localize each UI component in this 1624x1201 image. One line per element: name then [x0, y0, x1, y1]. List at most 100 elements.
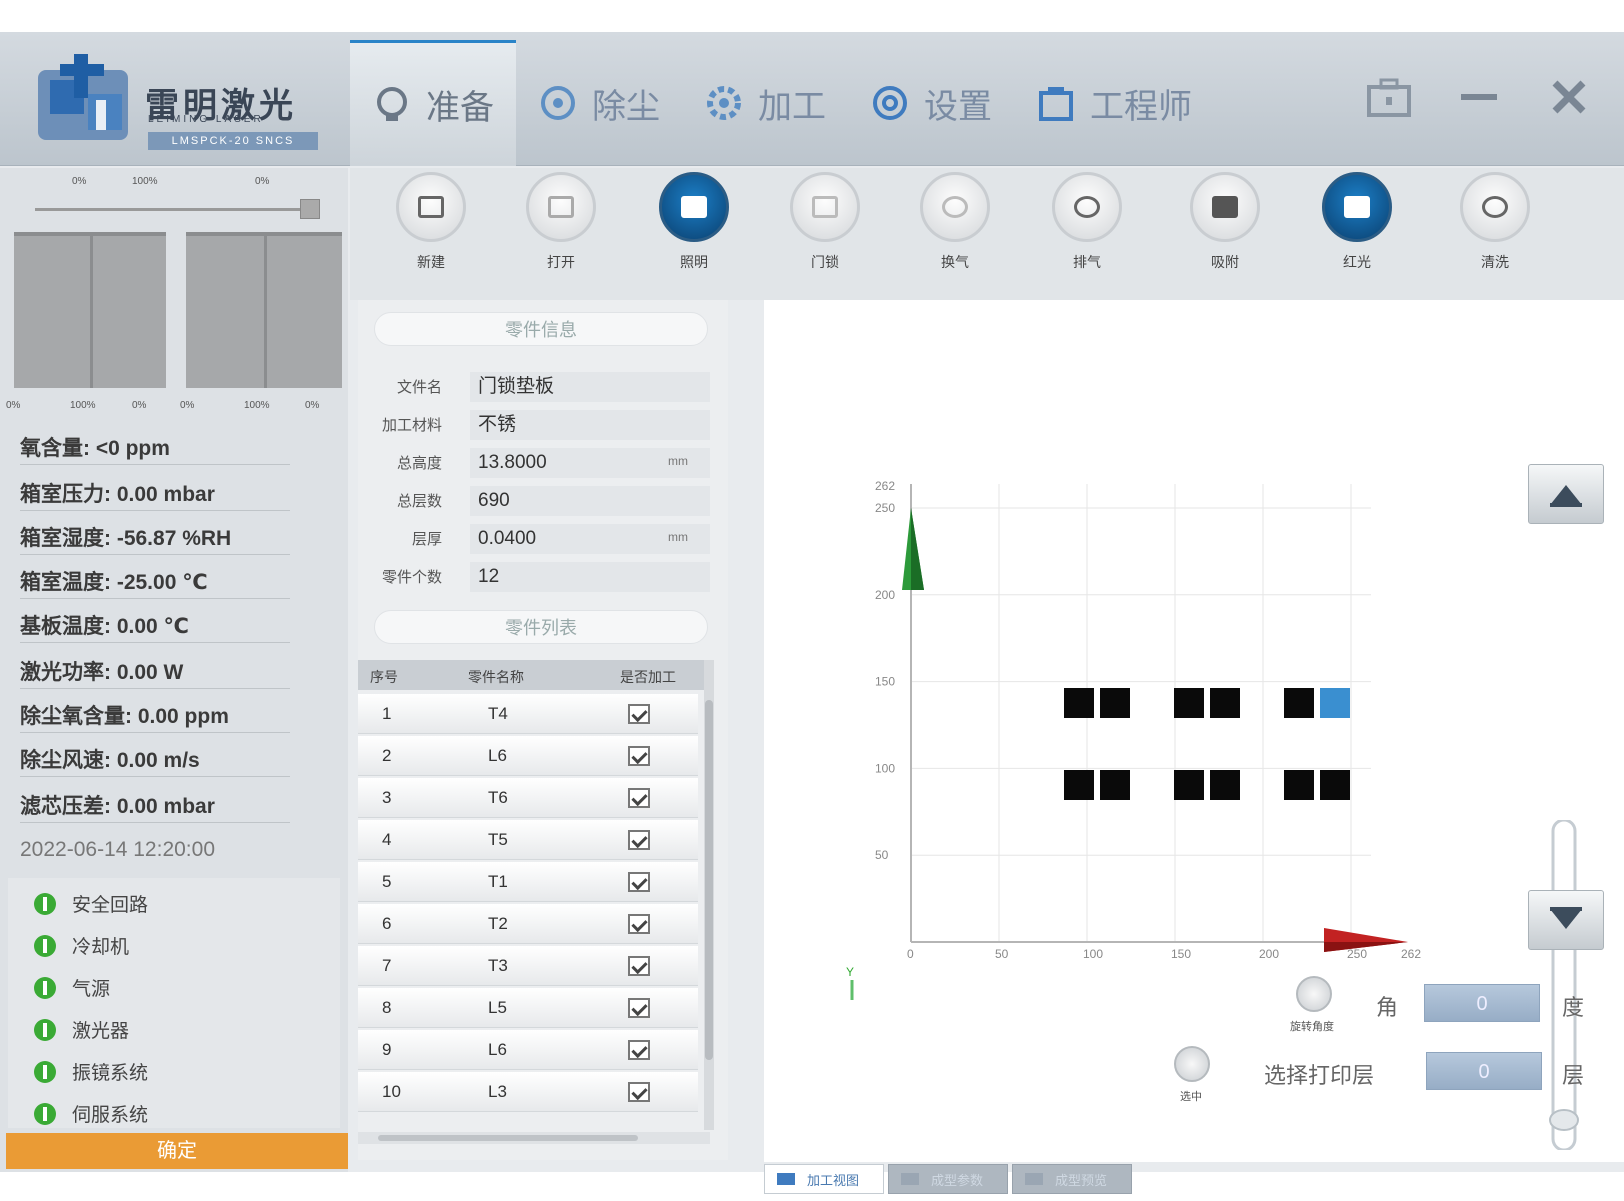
angle-input[interactable]: 0 — [1424, 984, 1540, 1022]
y-axis-arrow-shade-icon — [911, 508, 924, 590]
info-row-material: 加工材料 不锈 — [358, 406, 728, 442]
table-row[interactable]: 4 T5 — [358, 820, 698, 860]
meter-label: 0% — [255, 176, 270, 187]
tab-label: 加工 — [758, 87, 826, 126]
axis-y-label: Y — [846, 965, 854, 979]
lighting-toggle[interactable]: 照明 — [649, 172, 739, 272]
plate-part — [1284, 688, 1314, 718]
minimize-button[interactable] — [1454, 72, 1504, 122]
table-row[interactable]: 9 L6 — [358, 1030, 698, 1070]
app-window: 雷明激光 LEIMING LASER LMSPCK-20 SNCS 准备 除尘 … — [0, 32, 1624, 1194]
tool-label: 清洗 — [1481, 254, 1509, 270]
red-light-toggle[interactable]: 红光 — [1312, 172, 1402, 272]
part-list-title: 零件列表 — [374, 610, 708, 644]
process-checkbox[interactable] — [628, 830, 650, 850]
meter-label: 0% — [72, 176, 87, 187]
table-row[interactable]: 8 L5 — [358, 988, 698, 1028]
process-checkbox[interactable] — [628, 872, 650, 892]
process-checkbox[interactable] — [628, 746, 650, 766]
door-icon — [790, 172, 860, 242]
tab-label: 成型参数 — [931, 1172, 984, 1188]
lock-button[interactable] — [1364, 72, 1414, 122]
zoom-in-button[interactable] — [1528, 464, 1604, 524]
table-row[interactable]: 10 L3 — [358, 1072, 698, 1112]
door-lock-toggle[interactable]: 门锁 — [780, 172, 870, 272]
info-row-height: 总高度 13.8000 mm — [358, 444, 728, 480]
rotate-label: 旋转角度 — [1290, 1021, 1334, 1033]
ventilation-toggle[interactable]: 换气 — [910, 172, 1000, 272]
info-row-filename: 文件名 门锁垫板 — [358, 368, 728, 404]
open-button[interactable]: 打开 — [516, 172, 606, 272]
clean-button[interactable]: 清洗 — [1450, 172, 1540, 272]
tab-label: 成型预览 — [1055, 1172, 1108, 1188]
divider — [20, 464, 290, 465]
tab-prepare[interactable]: 准备 — [350, 40, 516, 166]
row-part-name: L6 — [488, 1040, 507, 1059]
minimize-icon — [1461, 94, 1497, 100]
print-layer-input[interactable]: 0 — [1426, 1052, 1542, 1090]
rotate-button[interactable] — [1296, 976, 1332, 1012]
new-button[interactable]: 新建 — [386, 172, 476, 272]
table-row[interactable]: 6 T2 — [358, 904, 698, 944]
table-horizontal-scrollbar[interactable] — [358, 1132, 710, 1144]
scrollbar-thumb[interactable] — [378, 1135, 638, 1141]
process-checkbox[interactable] — [628, 1040, 650, 1060]
new-file-icon — [396, 172, 466, 242]
part-info-title: 零件信息 — [374, 312, 708, 346]
tool-label: 红光 — [1343, 254, 1371, 270]
meter-label: 100% — [132, 176, 158, 187]
scrollbar-thumb[interactable] — [705, 700, 713, 1060]
table-row[interactable]: 5 T1 — [358, 862, 698, 902]
pick-button[interactable] — [1174, 1046, 1210, 1082]
plate-part — [1100, 770, 1130, 800]
tab-label: 设置 — [924, 87, 992, 126]
row-part-name: T1 — [488, 872, 508, 891]
process-checkbox[interactable] — [628, 788, 650, 808]
row-part-name: T4 — [488, 704, 508, 723]
function-toolbar: 新建 打开 照明 门锁 换气 排气 吸附 红光 清洗 — [350, 168, 1624, 300]
tab-forming-preview[interactable]: 成型预览 — [1012, 1164, 1133, 1194]
tab-settings[interactable]: 设置 — [848, 40, 1014, 166]
tab-process-view[interactable]: 加工视图 — [764, 1164, 885, 1194]
y-tick-label: 250 — [875, 501, 895, 515]
table-vertical-scrollbar[interactable] — [704, 660, 714, 1130]
adsorption-toggle[interactable]: 吸附 — [1180, 172, 1270, 272]
process-checkbox[interactable] — [628, 956, 650, 976]
confirm-button[interactable]: 确定 — [6, 1133, 348, 1169]
table-row[interactable]: 2 L6 — [358, 736, 698, 776]
tab-dust-removal[interactable]: 除尘 — [516, 40, 682, 166]
process-checkbox[interactable] — [628, 914, 650, 934]
info-key: 层厚 — [411, 531, 442, 548]
table-row[interactable]: 3 T6 — [358, 778, 698, 818]
info-row-layer-thickness: 层厚 0.0400 mm — [358, 520, 728, 556]
chevron-down-icon — [1550, 907, 1582, 929]
tab-forming-params[interactable]: 成型参数 — [888, 1164, 1009, 1194]
gauge-label: 100% — [70, 400, 96, 411]
plate-part — [1064, 688, 1094, 718]
tab-process[interactable]: 加工 — [682, 40, 848, 166]
process-checkbox[interactable] — [628, 1082, 650, 1102]
layer-vertical-slider[interactable] — [1549, 818, 1579, 1152]
build-plate-canvas[interactable]: 0 50 100 150 200 250 250 200 150 100 50 262 262 X Y — [764, 300, 1524, 1000]
info-value: 门锁垫板 — [470, 372, 710, 402]
tab-label: 加工视图 — [807, 1172, 860, 1188]
info-key: 零件个数 — [381, 569, 442, 586]
view-icon — [777, 1173, 795, 1185]
stat-chamber-humidity: 箱室湿度: -56.87 %RH — [20, 527, 232, 550]
exhaust-toggle[interactable]: 排气 — [1042, 172, 1132, 272]
status-item-gas: 气源 — [34, 974, 110, 1001]
table-row[interactable]: 7 T3 — [358, 946, 698, 986]
fan-icon — [920, 172, 990, 242]
status-ok-icon — [34, 1102, 56, 1125]
process-checkbox[interactable] — [628, 704, 650, 724]
tool-label: 排气 — [1073, 254, 1101, 270]
process-checkbox[interactable] — [628, 998, 650, 1018]
parts-panel: 零件信息 文件名 门锁垫板 加工材料 不锈 总高度 13.8000 mm 总层数 690 … — [358, 300, 728, 1160]
close-button[interactable] — [1544, 72, 1594, 122]
zoom-out-button[interactable] — [1528, 890, 1604, 950]
red-light-icon — [1322, 172, 1392, 242]
tab-engineer[interactable]: 工程师 — [1014, 40, 1214, 166]
level-slider-thumb[interactable] — [300, 199, 320, 219]
table-row[interactable]: 1 T4 — [358, 694, 698, 734]
tab-label: 准备 — [426, 89, 494, 127]
